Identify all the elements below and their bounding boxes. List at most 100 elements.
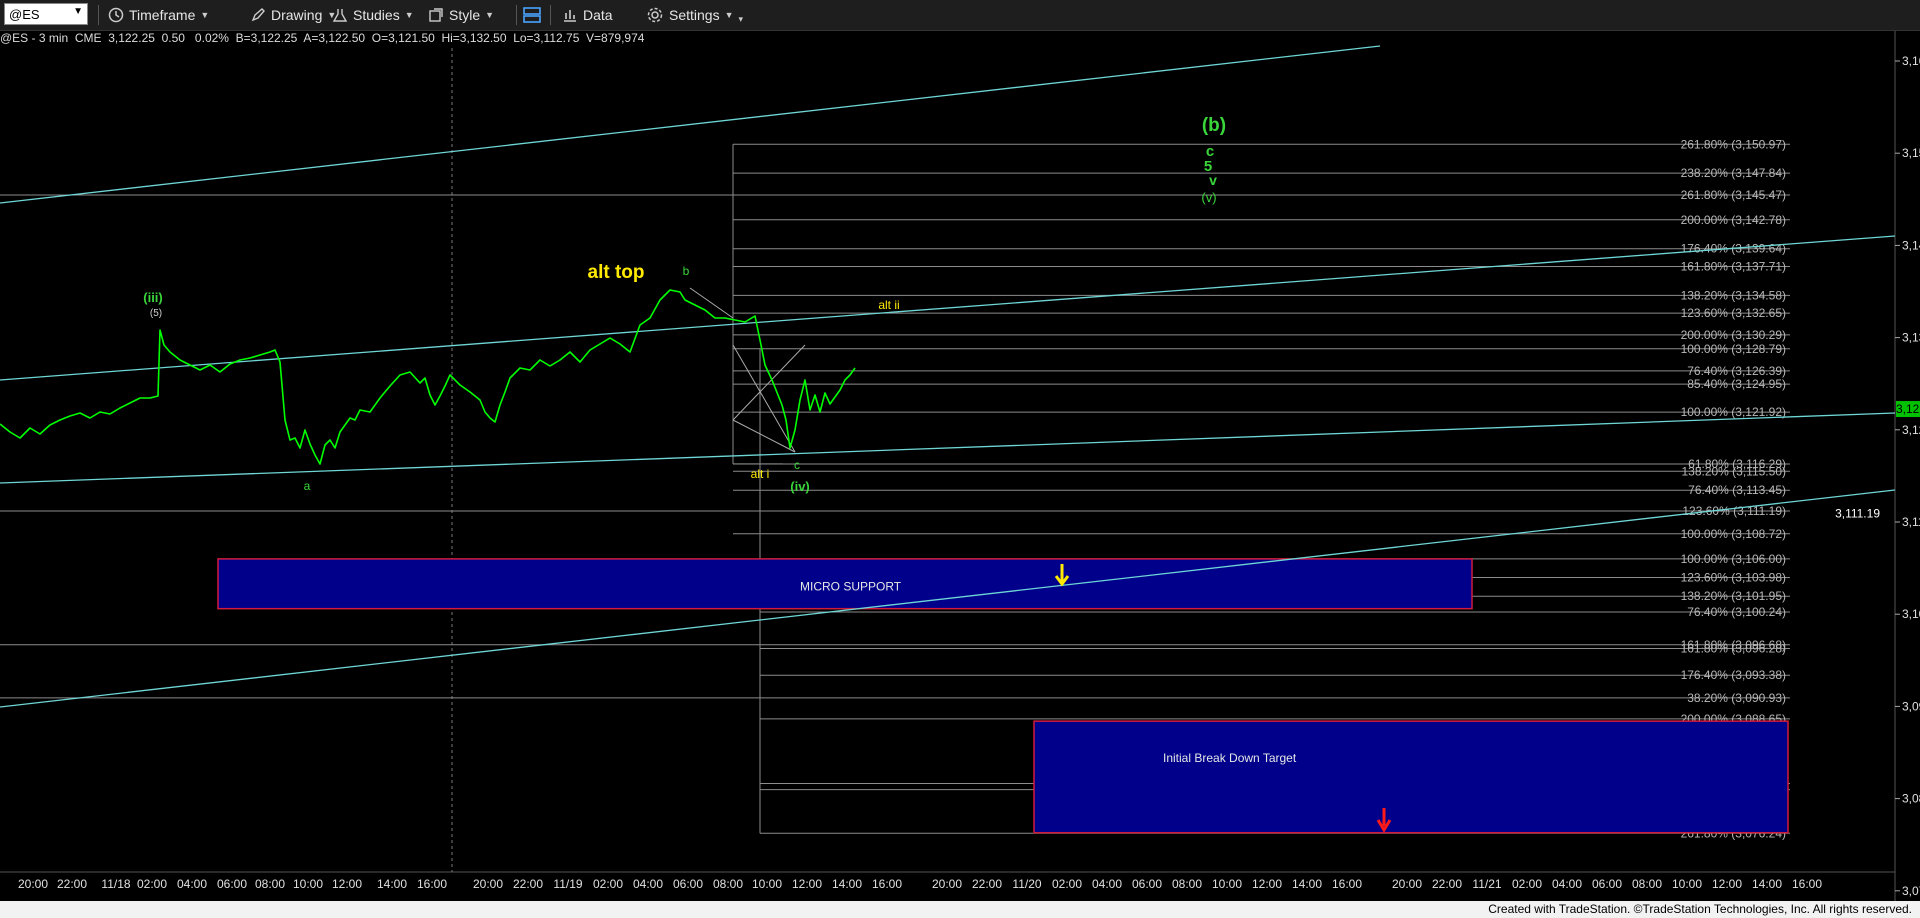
time-axis-label: 16:00 [1792, 877, 1822, 891]
price-series [0, 289, 856, 465]
data-menu[interactable]: Data [562, 4, 613, 26]
time-axis-label: 22:00 [1432, 877, 1462, 891]
time-axis-label: 04:00 [177, 877, 207, 891]
time-axis-label: 02:00 [1052, 877, 1082, 891]
toolbar-divider [550, 5, 551, 25]
fib-level-label: 261.80% (3,150.97) [1681, 137, 1786, 151]
fib-level-label: 200.00% (3,142.78) [1681, 213, 1786, 227]
style-label: Style [449, 7, 481, 23]
time-axis-label: 08:00 [255, 877, 285, 891]
bar-chart-icon [564, 10, 576, 22]
time-axis-label: 11/19 [553, 877, 582, 891]
fib-level-label: 176.40% (3,093.38) [1681, 668, 1786, 682]
alt-top-label: alt top [588, 262, 645, 283]
low-price-label: 3,111.19 [1835, 507, 1880, 521]
wave-c-label: c [794, 458, 800, 472]
chevron-down-icon: ▼ [73, 6, 83, 17]
fib-level-label: 138.20% (3,115.50) [1681, 464, 1786, 478]
time-axis-label: 08:00 [713, 877, 743, 891]
chevron-down-icon: ▼ [724, 10, 734, 20]
trend-channel-line [0, 412, 1896, 484]
last-price-label: 3,122.25 [1896, 402, 1920, 416]
fib-level-label: 76.40% (3,126.39) [1687, 364, 1786, 378]
wave-5-small-label: (5) [150, 308, 162, 319]
chevron-down-icon: ▾ [738, 13, 744, 24]
time-axis-label: 08:00 [1172, 877, 1202, 891]
time-axis-label: 12:00 [1252, 877, 1282, 891]
window-layout-icon [523, 7, 541, 23]
fib-level-label: 100.00% (3,106.00) [1681, 552, 1786, 566]
wave-guide-line [732, 344, 806, 421]
alt-i-label: alt i [751, 467, 770, 481]
time-axis-label: 11/20 [1012, 877, 1041, 891]
time-axis-label: 16:00 [417, 877, 447, 891]
time-axis-label: 14:00 [1752, 877, 1782, 891]
settings-menu[interactable]: Settings ▼ ▾ [646, 4, 743, 26]
symbol-selector[interactable]: @ES ▼ [4, 3, 88, 25]
time-axis-label: 22:00 [972, 877, 1002, 891]
time-axis-label: 06:00 [673, 877, 703, 891]
window-layout-button[interactable] [522, 4, 542, 26]
time-axis-label: 06:00 [1132, 877, 1162, 891]
micro-support-label: MICRO SUPPORT [800, 580, 902, 594]
alt-ii-label: alt ii [878, 298, 899, 312]
chevron-down-icon: ▼ [404, 10, 414, 20]
time-axis-label: 11/21 [1472, 877, 1501, 891]
time-axis-label: 20:00 [18, 877, 48, 891]
timeframe-label: Timeframe [129, 7, 196, 23]
price-axis-label: 3,110.00 [1902, 515, 1920, 529]
pencil-icon [251, 8, 265, 22]
breakdown-target-zone [1033, 720, 1789, 834]
fib-level-label: 100.00% (3,128.79) [1681, 342, 1786, 356]
studies-menu[interactable]: Studies ▼ [332, 4, 414, 26]
quote-bar: @ES - 3 min CME 3,122.25 0.50 0.02% B=3,… [0, 31, 645, 45]
style-icon [429, 8, 443, 22]
price-axis-label: 3,150.00 [1902, 146, 1920, 160]
drawing-menu[interactable]: Drawing ▼ [250, 4, 336, 26]
price-axis-label: 3,160.00 [1902, 54, 1920, 68]
time-axis-label: 22:00 [513, 877, 543, 891]
wave-v-target-label: v [1209, 172, 1217, 188]
symbol-value: @ES [9, 6, 40, 22]
price-axis-label: 3,120.00 [1902, 423, 1920, 437]
gear-icon [647, 7, 663, 23]
fib-level-label: 123.60% (3,103.98) [1681, 571, 1786, 585]
fib-level-label: 138.20% (3,101.95) [1681, 589, 1786, 603]
time-axis-label: 06:00 [217, 877, 247, 891]
time-axis-label: 06:00 [1592, 877, 1622, 891]
time-axis-label: 10:00 [1672, 877, 1702, 891]
wave-b-target-label: (b) [1202, 115, 1226, 136]
timeframe-menu[interactable]: Timeframe ▼ [108, 4, 209, 26]
fib-level-label: 161.80% (3,096.28) [1681, 641, 1786, 655]
time-axis-label: 14:00 [1292, 877, 1322, 891]
time-axis-label: 10:00 [293, 877, 323, 891]
time-axis-label: 14:00 [377, 877, 407, 891]
time-axis-label: 14:00 [832, 877, 862, 891]
time-axis-label: 16:00 [872, 877, 902, 891]
wave-b-label: b [683, 264, 690, 278]
wave-iv-label: (iv) [790, 479, 810, 494]
price-axis-label: 3,080.00 [1902, 792, 1920, 806]
toolbar-divider [516, 5, 517, 25]
trend-channel-line [0, 45, 1381, 204]
trend-channel-line [0, 235, 1896, 381]
fib-level-label: 238.20% (3,147.84) [1681, 166, 1786, 180]
chevron-down-icon: ▼ [200, 10, 210, 20]
time-axis-label: 04:00 [1092, 877, 1122, 891]
price-axis-label: 3,100.00 [1902, 607, 1920, 621]
time-axis-label: 02:00 [137, 877, 167, 891]
settings-label: Settings [669, 7, 720, 23]
footer-credit: Created with TradeStation. ©TradeStation… [1484, 901, 1916, 918]
fib-level-label: 76.40% (3,113.45) [1688, 483, 1786, 497]
style-menu[interactable]: Style ▼ [428, 4, 494, 26]
wave-v-paren-target-label: (v) [1201, 190, 1216, 205]
price-chart[interactable]: 3,160.00 3,150.00 3,140.00 3,130.00 3,120.00… [0, 0, 1920, 918]
time-axis-label: 10:00 [752, 877, 782, 891]
time-axis-label: 12:00 [792, 877, 822, 891]
data-label: Data [583, 7, 613, 23]
toolbar: @ES ▼ Timeframe ▼ Drawing ▼ Studies ▼ St… [0, 0, 1920, 31]
price-axis-label: 3,090.00 [1902, 699, 1920, 713]
breakdown-target-label: Initial Break Down Target [1163, 751, 1297, 765]
fib-level-label: 161.80% (3,137.71) [1681, 260, 1786, 274]
time-axis-label: 20:00 [473, 877, 503, 891]
